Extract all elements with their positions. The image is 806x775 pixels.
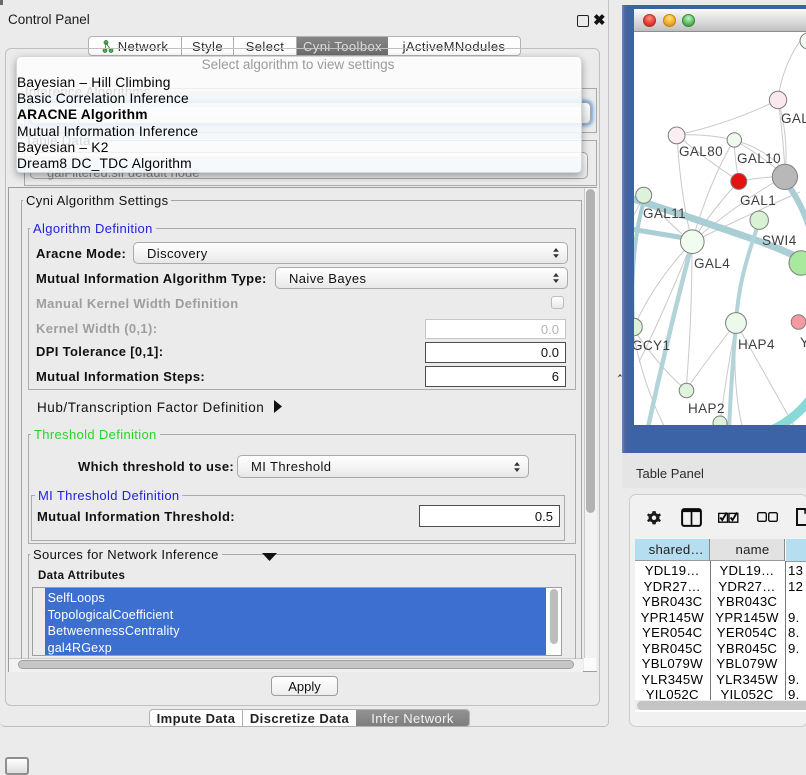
- svg-text:GAL11: GAL11: [643, 206, 686, 221]
- svg-text:HAP2: HAP2: [688, 401, 725, 416]
- svg-text:HAP4: HAP4: [738, 337, 775, 352]
- svg-text:GAL2: GAL2: [781, 111, 806, 126]
- svg-text:GCY1: GCY1: [634, 338, 670, 353]
- svg-text:Y: Y: [800, 335, 806, 350]
- svg-text:GAL1: GAL1: [740, 193, 776, 208]
- svg-text:SWI4: SWI4: [762, 233, 797, 248]
- svg-text:GAL10: GAL10: [737, 151, 781, 166]
- svg-text:GAL80: GAL80: [679, 144, 723, 159]
- svg-text:GAL4: GAL4: [694, 256, 730, 271]
